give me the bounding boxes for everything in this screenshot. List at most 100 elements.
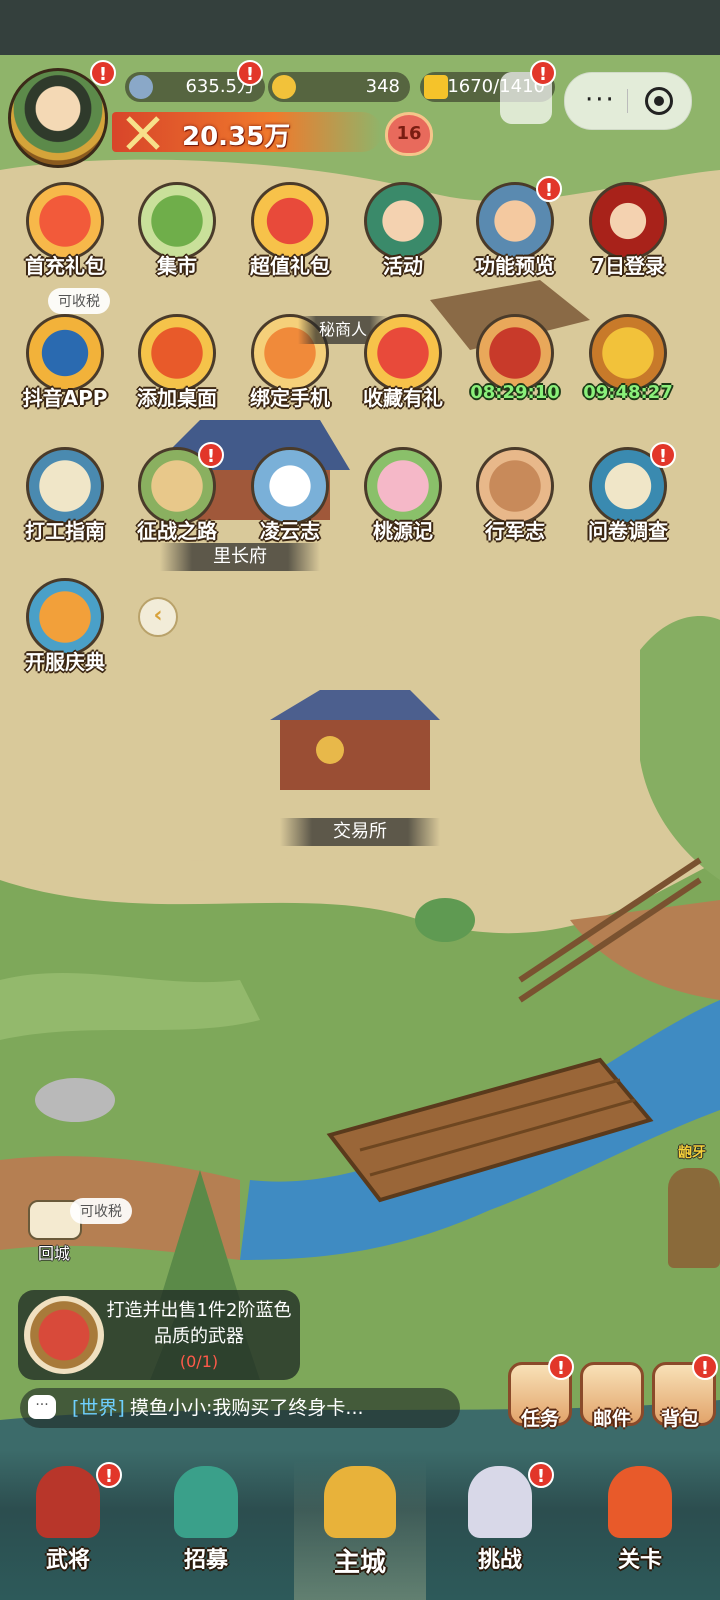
- nav-recruit-label: 招募: [183, 1548, 228, 1573]
- lantern-firework-icon: [26, 578, 104, 656]
- world-chat-bar[interactable]: ··· [世界] 摸鱼小小:我购买了终身卡...: [20, 1388, 460, 1428]
- status-bar: [0, 0, 720, 55]
- work-guide-label: 打工指南: [25, 519, 105, 543]
- task-badge: !: [548, 1354, 574, 1380]
- npc-name[interactable]: 龅牙: [678, 1142, 706, 1162]
- arrow-barrel-icon: [476, 447, 554, 525]
- nav-stages[interactable]: 关卡: [580, 1460, 700, 1600]
- nav-recruit[interactable]: 招募: [146, 1460, 266, 1600]
- march-log-button[interactable]: 行军志: [460, 445, 570, 555]
- market-button[interactable]: 集市: [122, 180, 232, 290]
- challenge-badge: !: [528, 1462, 554, 1488]
- chat-message: 摸鱼小小:我购买了终身卡...: [130, 1397, 364, 1419]
- feature-preview-badge: !: [536, 176, 562, 202]
- jade-lion-icon: [174, 1466, 238, 1538]
- bind-phone-label: 绑定手机: [250, 386, 330, 410]
- combat-power-value: 20.35万: [182, 122, 291, 152]
- npc-figure[interactable]: [668, 1168, 720, 1268]
- work-guide-button[interactable]: 打工指南: [10, 445, 120, 555]
- level-heart[interactable]: 16: [385, 112, 433, 156]
- quest-panel[interactable]: 打造并出售1件2阶蓝色品质的武器 (0/1): [18, 1290, 300, 1380]
- general-portrait-icon: [36, 1466, 100, 1538]
- backpack-label[interactable]: 背包: [640, 1404, 720, 1431]
- gold-currency[interactable]: 348: [268, 72, 410, 102]
- seven-day-login-button[interactable]: 7日登录: [573, 180, 683, 290]
- generals-badge: !: [96, 1462, 122, 1488]
- value-pack-button[interactable]: 超值礼包: [235, 180, 345, 290]
- quest-text: 打造并出售1件2阶蓝色品质的武器: [106, 1300, 292, 1347]
- gift-bag-icon: [26, 182, 104, 260]
- gold-amount: 348: [365, 76, 400, 97]
- nav-stages-label: 关卡: [617, 1548, 662, 1573]
- add-desktop-label: 添加桌面: [137, 386, 217, 410]
- market-label: 集市: [157, 254, 197, 278]
- lightning-icon: [424, 75, 448, 99]
- events-button[interactable]: 活动: [348, 180, 458, 290]
- gold-chest-icon: [589, 314, 667, 392]
- first-recharge-button[interactable]: 首充礼包: [10, 180, 120, 290]
- task-label[interactable]: 任务: [500, 1404, 580, 1431]
- exchange-plate[interactable]: 交易所: [280, 818, 440, 846]
- crossed-swords-icon: [126, 116, 160, 150]
- favorite-gift-label: 收藏有礼: [363, 386, 443, 410]
- conquest-road-badge: !: [198, 442, 224, 468]
- seven-day-login-label: 7日登录: [591, 254, 665, 278]
- chat-bubble-icon: ···: [28, 1395, 56, 1419]
- timed-chest-button-1[interactable]: 08:29:10: [460, 312, 570, 422]
- peach-garden-label: 桃源记: [373, 519, 433, 543]
- gold-ingot-icon: [272, 75, 296, 99]
- main-city-gate-icon: [324, 1466, 396, 1538]
- quest-chest-icon: [24, 1296, 104, 1374]
- add-phone-icon: [138, 314, 216, 392]
- miniprogram-capsule: ···: [564, 72, 692, 130]
- server-celebration-button[interactable]: 开服庆典: [10, 576, 120, 686]
- events-label: 活动: [383, 254, 423, 278]
- chat-channel: [世界]: [72, 1397, 125, 1419]
- return-city-label: 回城: [37, 1244, 70, 1263]
- feature-preview-label: 功能预览: [475, 254, 555, 278]
- collapse-arrow-icon[interactable]: ‹: [138, 597, 178, 637]
- favorite-gift-button[interactable]: 收藏有礼: [348, 312, 458, 422]
- survey-label: 问卷调查: [588, 519, 668, 543]
- conquest-road-label: 征战之路: [137, 519, 217, 543]
- seven-day-warrior-icon: [589, 182, 667, 260]
- timer-2: 09:48:27: [583, 382, 673, 403]
- timer-1: 08:29:10: [470, 382, 560, 403]
- douyin-app-button[interactable]: 抖音APP: [10, 312, 120, 422]
- silver-coin-icon: [129, 75, 153, 99]
- market-stall-icon: [138, 182, 216, 260]
- player-avatar[interactable]: [8, 68, 108, 168]
- server-celebration-label: 开服庆典: [25, 650, 105, 674]
- gift-box-icon: [364, 314, 442, 392]
- avatar-alert-badge: !: [90, 60, 116, 86]
- nav-generals-label: 武将: [45, 1548, 90, 1573]
- capsule-divider: [627, 89, 628, 113]
- peach-tree-icon: [364, 447, 442, 525]
- fire-brazier-icon: [608, 1466, 672, 1538]
- timed-chest-button-2[interactable]: 09:48:27: [573, 312, 683, 422]
- nav-challenge-label: 挑战: [477, 1548, 522, 1573]
- more-icon[interactable]: ···: [585, 85, 616, 115]
- village-hall-plate[interactable]: 里长府: [160, 543, 320, 571]
- character-face-icon: [364, 182, 442, 260]
- peach-garden-button[interactable]: 桃源记: [348, 445, 458, 555]
- lingyun-label: 凌云志: [260, 519, 320, 543]
- first-recharge-label: 首充礼包: [25, 254, 105, 278]
- close-miniprogram-icon[interactable]: [645, 87, 673, 115]
- scroll-book-icon: [26, 447, 104, 525]
- taxable-tag-2[interactable]: 可收税: [70, 1198, 132, 1224]
- drum-chest-icon: [476, 314, 554, 392]
- value-pack-label: 超值礼包: [250, 254, 330, 278]
- phone-tiktok-icon: [26, 314, 104, 392]
- survey-badge: !: [650, 442, 676, 468]
- quest-progress: (0/1): [179, 1352, 219, 1371]
- taxable-tag[interactable]: 可收税: [48, 288, 110, 314]
- nav-main-city[interactable]: 主城: [294, 1460, 426, 1600]
- march-log-label: 行军志: [485, 519, 545, 543]
- add-desktop-button[interactable]: 添加桌面: [122, 312, 232, 422]
- treasure-chest-icon: [251, 182, 329, 260]
- cloud-mountain-icon: [251, 447, 329, 525]
- lingyun-button[interactable]: 凌云志: [235, 445, 345, 555]
- douyin-app-label: 抖音APP: [22, 386, 108, 410]
- joystick-alert-badge: !: [530, 60, 556, 86]
